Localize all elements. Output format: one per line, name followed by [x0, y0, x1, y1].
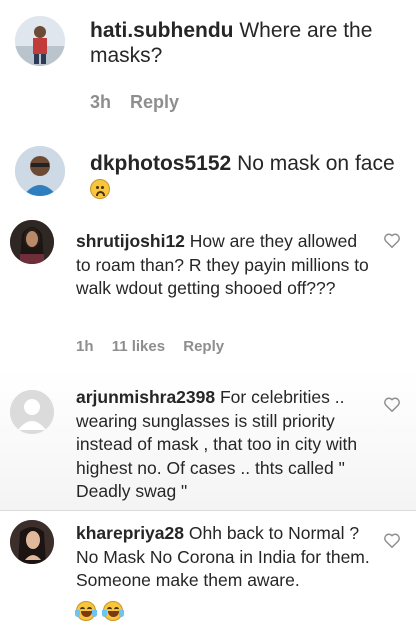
comment-username[interactable]: shrutijoshi12	[76, 231, 185, 251]
tears-of-joy-emoji-icon	[75, 600, 97, 621]
comment-username[interactable]: hati.subhendu	[90, 19, 234, 42]
comment-item: arjunmishra2398 For celebrities .. weari…	[0, 370, 416, 510]
comment-body: arjunmishra2398 For celebrities .. weari…	[76, 386, 376, 504]
reply-button[interactable]: Reply	[130, 92, 179, 112]
like-heart-icon[interactable]	[383, 396, 401, 417]
avatar[interactable]	[15, 16, 65, 66]
comment-username[interactable]: dkphotos5152	[90, 152, 231, 175]
comment-item: kharepriya28 Ohh back to Normal ? No Mas…	[0, 512, 416, 628]
comment-meta: 3h Reply	[90, 92, 193, 113]
comment-username[interactable]: kharepriya28	[76, 523, 184, 543]
avatar[interactable]	[10, 520, 54, 564]
avatar[interactable]	[10, 390, 54, 434]
divider	[0, 510, 416, 511]
emoji-row	[75, 599, 125, 623]
avatar[interactable]	[15, 146, 65, 196]
comment-username[interactable]: arjunmishra2398	[76, 387, 215, 407]
like-heart-icon[interactable]	[383, 232, 401, 253]
comment-time: 3h	[90, 92, 112, 112]
comment-item: hati.subhendu Where are the masks? 3h Re…	[0, 0, 416, 130]
comment-body: shrutijoshi12 How are they allowed to ro…	[76, 230, 376, 301]
comment-likes[interactable]: 11 likes	[112, 338, 165, 355]
comment-time: 1h	[76, 338, 94, 355]
comment-body: kharepriya28 Ohh back to Normal ? No Mas…	[75, 522, 381, 623]
reply-button[interactable]: Reply	[183, 338, 224, 355]
comment-item: shrutijoshi12 How are they allowed to ro…	[0, 196, 416, 366]
comment-item: dkphotos5152 No mask on face	[0, 130, 416, 200]
tears-of-joy-emoji-icon	[101, 600, 124, 621]
avatar[interactable]	[10, 220, 54, 264]
comment-text: No mask on face	[237, 152, 395, 175]
comment-body: dkphotos5152 No mask on face	[90, 151, 410, 201]
like-heart-icon[interactable]	[383, 532, 401, 553]
comment-meta: 1h 11 likes Reply	[76, 338, 238, 355]
comment-body: hati.subhendu Where are the masks?	[90, 18, 400, 68]
